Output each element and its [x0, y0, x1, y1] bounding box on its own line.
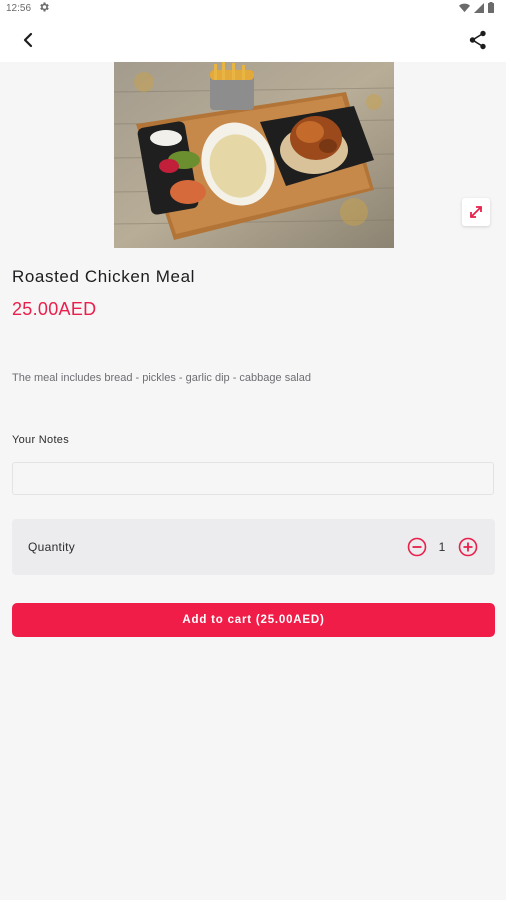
quantity-label: Quantity: [28, 540, 76, 554]
quantity-stepper: Quantity 1: [12, 519, 495, 575]
expand-icon: [470, 206, 482, 218]
expand-image-button[interactable]: [462, 198, 490, 226]
product-image[interactable]: [114, 62, 394, 248]
status-bar: 12:56: [0, 0, 506, 18]
product-price: 25.00AED: [12, 299, 97, 319]
gear-icon: [40, 2, 49, 12]
quantity-value: 1: [438, 540, 446, 554]
product-title: Roasted Chicken Meal: [12, 267, 196, 286]
increase-quantity-icon[interactable]: [458, 537, 478, 557]
product-description: The meal includes bread - pickles - garl…: [12, 372, 311, 384]
notes-input[interactable]: [12, 462, 494, 495]
decrease-quantity-icon[interactable]: [407, 537, 427, 557]
notes-label: Your Notes: [12, 434, 70, 446]
app-bar: [0, 18, 506, 62]
share-icon[interactable]: [466, 28, 490, 52]
wifi-icon: [459, 3, 470, 12]
back-arrow-icon[interactable]: [16, 28, 40, 52]
status-time: 12:56: [6, 3, 32, 14]
add-to-cart-button[interactable]: Add to cart (25.00AED): [12, 603, 495, 637]
signal-icon: [474, 2, 484, 13]
battery-icon: [488, 2, 494, 13]
product-photo: [114, 62, 394, 248]
